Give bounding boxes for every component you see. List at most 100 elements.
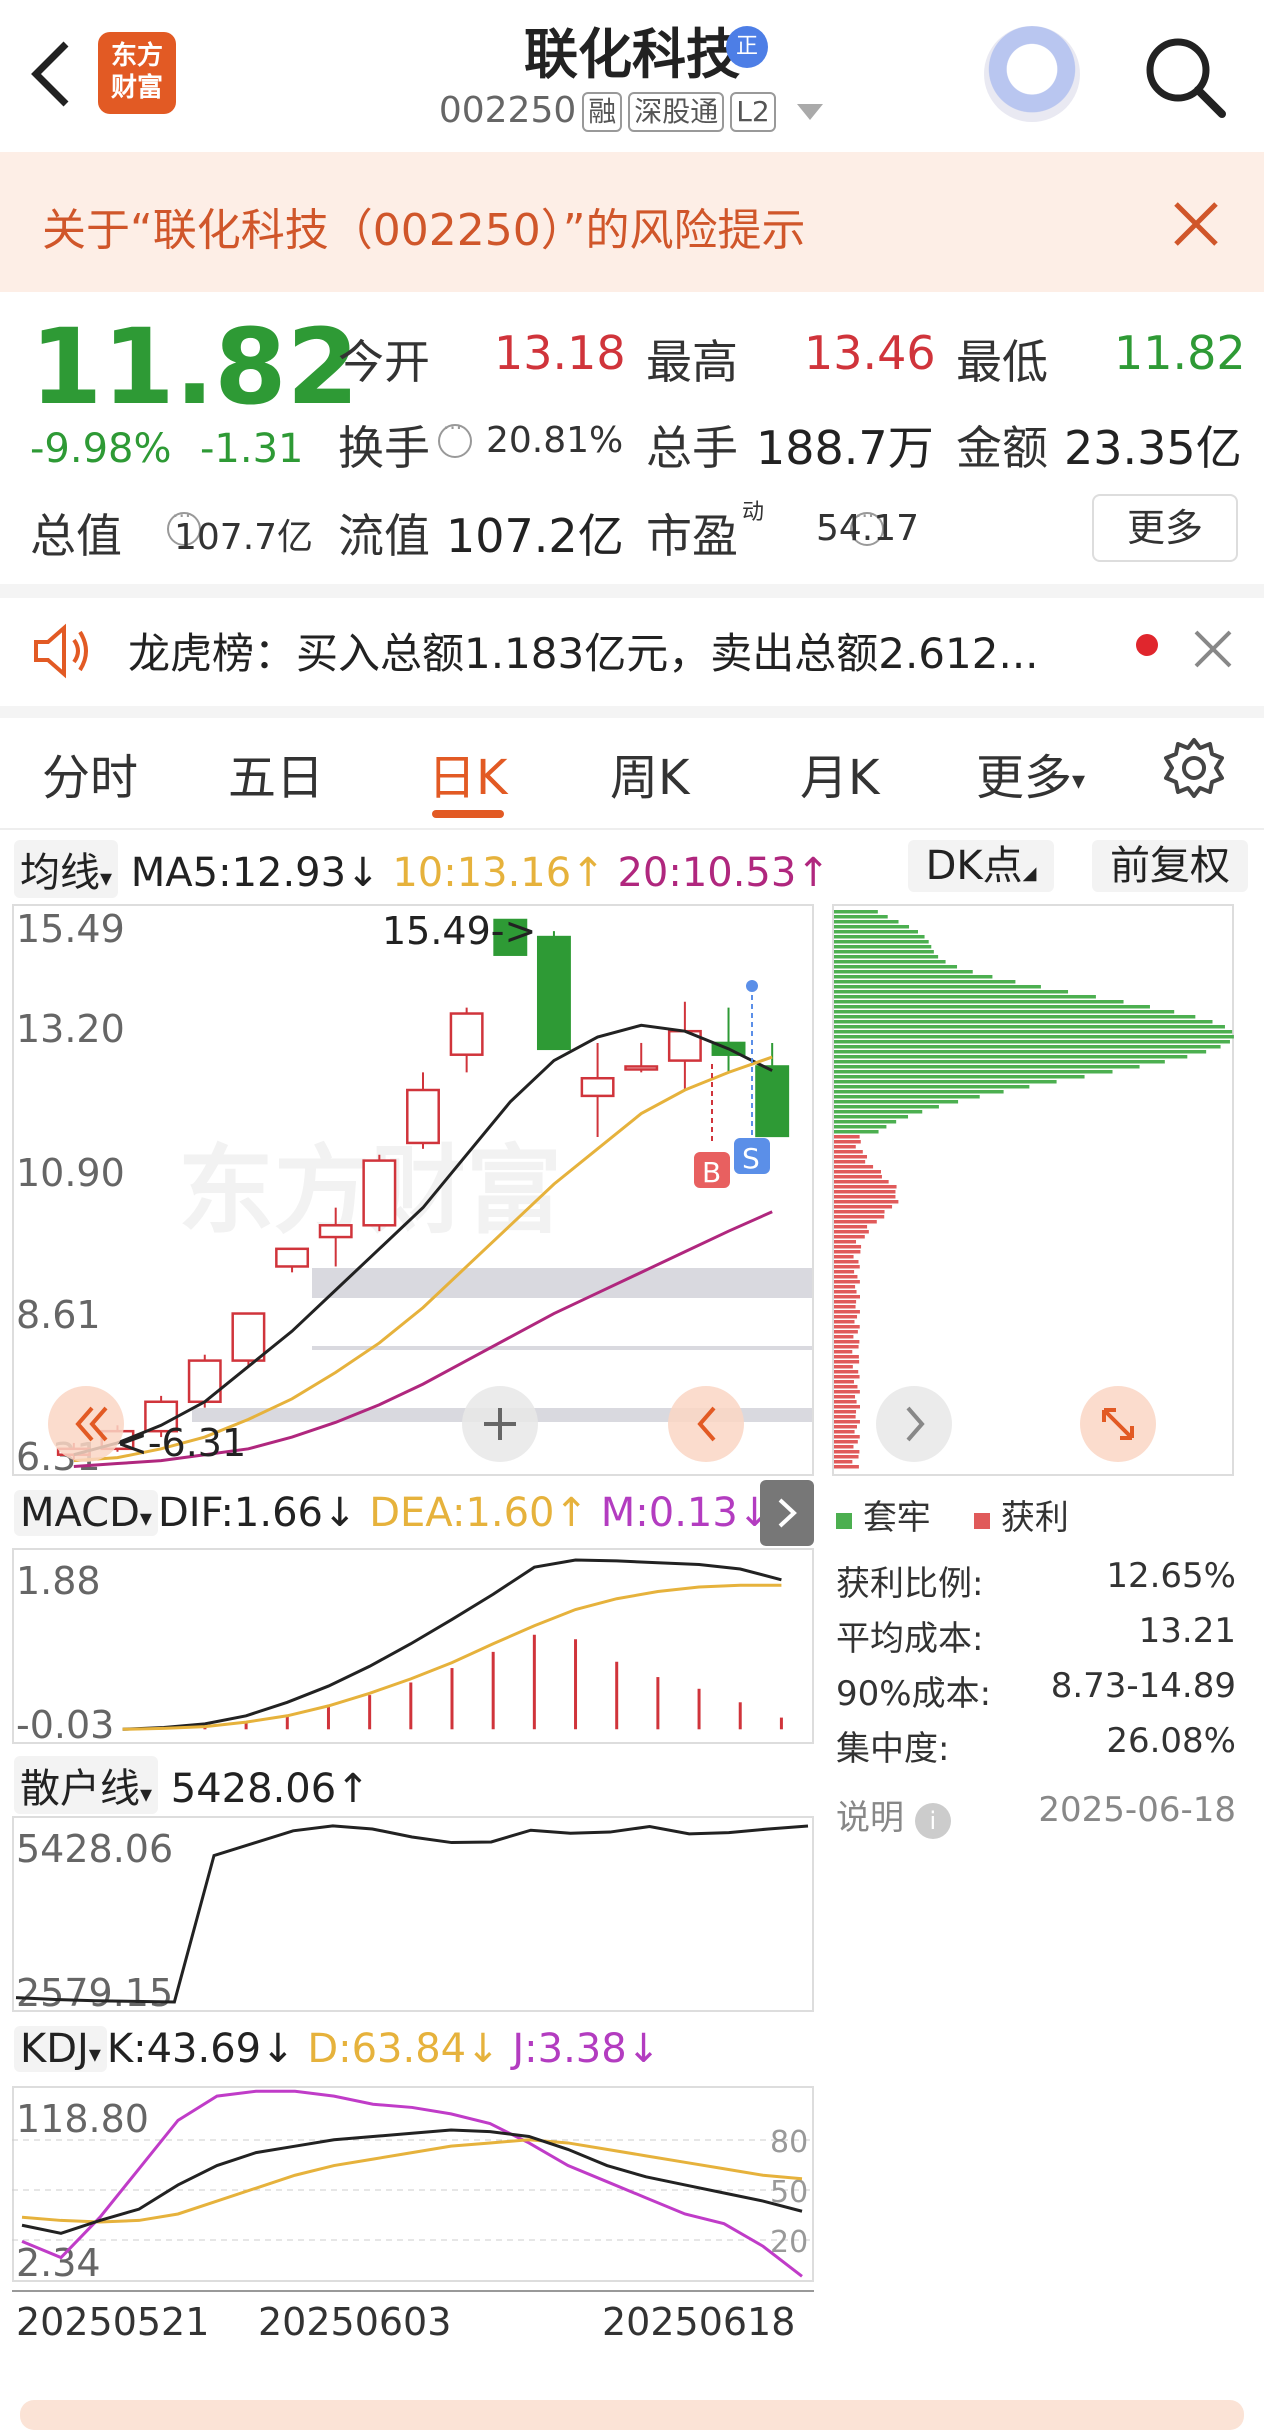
stat-value: 12.65%	[1106, 1556, 1236, 1596]
tab-monthly-k[interactable]: 月K	[800, 738, 879, 808]
verified-badge: 正	[726, 26, 768, 68]
kdj-chart[interactable]: 80 50 20 118.80 2.34	[12, 2086, 814, 2282]
adjust-button[interactable]: 前复权	[1092, 840, 1248, 892]
kdj-selector-label: KDJ	[20, 2026, 89, 2072]
low-price-label: <-6.31	[116, 1421, 246, 1465]
chip-date: 2025-06-18	[1038, 1790, 1236, 1830]
chip-bar	[834, 1365, 853, 1369]
chip-bar	[834, 915, 888, 919]
chevron-down-icon[interactable]	[795, 102, 825, 122]
chip-band	[312, 1268, 812, 1298]
info-icon[interactable]	[438, 416, 472, 458]
dragon-tiger-notice[interactable]: 龙虎榜：买入总额1.183亿元，卖出总额2.612...	[0, 598, 1264, 706]
close-icon[interactable]	[1170, 198, 1222, 250]
float-value: 107.2亿	[446, 509, 624, 563]
sell-marker-dot	[746, 980, 758, 992]
change-amount: -1.31	[200, 426, 304, 472]
chevron-down-icon: ▾	[1072, 766, 1086, 796]
risk-warning-text[interactable]: 关于“联化科技（002250）”的风险提示	[42, 194, 806, 258]
chip-bar	[834, 1060, 1165, 1064]
candlestick-chart[interactable]: 东方财富 15.49 13.20 10.90 8.61 6.31 15.49->…	[12, 904, 814, 1476]
chip-bar	[834, 1010, 1175, 1014]
float-label: 流值	[338, 509, 430, 563]
chip-bar	[834, 1105, 939, 1109]
chip-bar	[834, 1045, 1221, 1049]
chip-bar	[834, 990, 1069, 994]
scroll-left-button[interactable]	[668, 1386, 744, 1462]
turnover-label: 换手	[338, 421, 430, 475]
level-label: 80	[770, 2125, 808, 2160]
divider	[0, 584, 1264, 598]
chevron-down-icon: ▾	[140, 1780, 153, 1808]
chip-note[interactable]: 说明 i	[836, 1790, 951, 1845]
chip-bar	[834, 1235, 865, 1239]
macd-selector-label: MACD	[20, 1490, 140, 1536]
tab-more[interactable]: 更多▾	[976, 738, 1085, 808]
x-tick-label: 20250603	[258, 2300, 452, 2344]
gear-icon[interactable]	[1160, 734, 1228, 802]
tag-l2: L2	[730, 92, 776, 132]
chip-bar	[834, 1040, 1230, 1044]
amount-label: 金额	[956, 421, 1048, 475]
close-icon[interactable]	[1192, 628, 1234, 670]
chip-bar	[834, 1285, 856, 1289]
app-header: 东方 财富 联化科技 正 002250 融深股通 L2	[0, 0, 1264, 153]
chip-bar	[834, 1140, 861, 1144]
kdj-selector[interactable]: KDJ▾	[14, 2026, 107, 2072]
chip-bar	[834, 975, 993, 979]
chip-bar	[834, 930, 918, 934]
retail-selector[interactable]: 散户线▾	[14, 1756, 159, 1814]
ma5-value: MA5:12.93↓	[130, 850, 380, 896]
dragon-tiger-text[interactable]: 龙虎榜：买入总额1.183亿元，卖出总额2.612...	[128, 620, 1039, 681]
more-quote-button[interactable]: 更多	[1092, 494, 1238, 562]
stat-label: 获利比例:	[836, 1564, 984, 1604]
chip-bar	[834, 1025, 1225, 1029]
high-value: 13.46	[804, 326, 936, 380]
scroll-right-button[interactable]	[876, 1386, 952, 1462]
retail-value: 5428.06↑	[170, 1766, 370, 1812]
pe-label: 市盈	[646, 509, 738, 563]
tab-intraday[interactable]: 分时	[42, 738, 138, 808]
chip-bar	[834, 1465, 859, 1469]
chip-bar	[834, 1005, 1150, 1009]
y-tick-label: 5428.06	[16, 1827, 173, 1871]
chip-bar	[834, 965, 958, 969]
ma20-value: 20:10.53↑	[617, 850, 830, 896]
chip-bar	[834, 1300, 857, 1304]
chip-bar	[834, 1260, 859, 1264]
ma-selector[interactable]: 均线▾	[14, 840, 119, 898]
chip-bar	[834, 1075, 1085, 1079]
chip-stat-row: 90%成本: 8.73-14.89	[836, 1666, 1236, 1721]
tab-five-day[interactable]: 五日	[228, 738, 324, 808]
chip-bar	[834, 1215, 885, 1219]
chip-bar	[834, 1270, 855, 1274]
chip-bar	[834, 1455, 859, 1459]
retail-line-chart[interactable]: 5428.06 2579.15	[12, 1816, 814, 2012]
search-icon[interactable]	[1140, 32, 1230, 122]
chip-bar	[834, 1095, 980, 1099]
chip-bar	[834, 920, 899, 924]
candle	[187, 1359, 222, 1404]
chip-bar	[834, 1395, 856, 1399]
chevron-right-icon	[778, 1498, 797, 1528]
expand-icon[interactable]	[1080, 1386, 1156, 1462]
macd-selector[interactable]: MACD▾	[14, 1490, 158, 1536]
scroll-left-fast-button[interactable]	[48, 1386, 124, 1462]
chip-bar	[834, 940, 929, 944]
tab-daily-k[interactable]: 日K	[428, 738, 507, 808]
chip-stat-row: 集中度: 26.08%	[836, 1721, 1236, 1776]
crosshair-button[interactable]	[462, 1386, 538, 1462]
dk-point-button[interactable]: DK点◢	[908, 840, 1054, 892]
open-value: 13.18	[494, 326, 626, 380]
chevron-down-icon: ▾	[139, 1504, 152, 1532]
chip-bar	[834, 1305, 856, 1309]
indicator-next-button[interactable]	[760, 1480, 814, 1546]
risk-warning-banner[interactable]: 关于“联化科技（002250）”的风险提示	[0, 152, 1264, 292]
candle	[536, 935, 571, 1051]
chip-bar	[834, 1280, 860, 1284]
robot-assistant-avatar[interactable]	[984, 26, 1080, 122]
tab-weekly-k[interactable]: 周K	[610, 738, 689, 808]
change-percent: -9.98%	[30, 426, 172, 472]
bottom-bar[interactable]	[20, 2400, 1244, 2430]
macd-chart[interactable]: 1.88 -0.03	[12, 1548, 814, 1744]
